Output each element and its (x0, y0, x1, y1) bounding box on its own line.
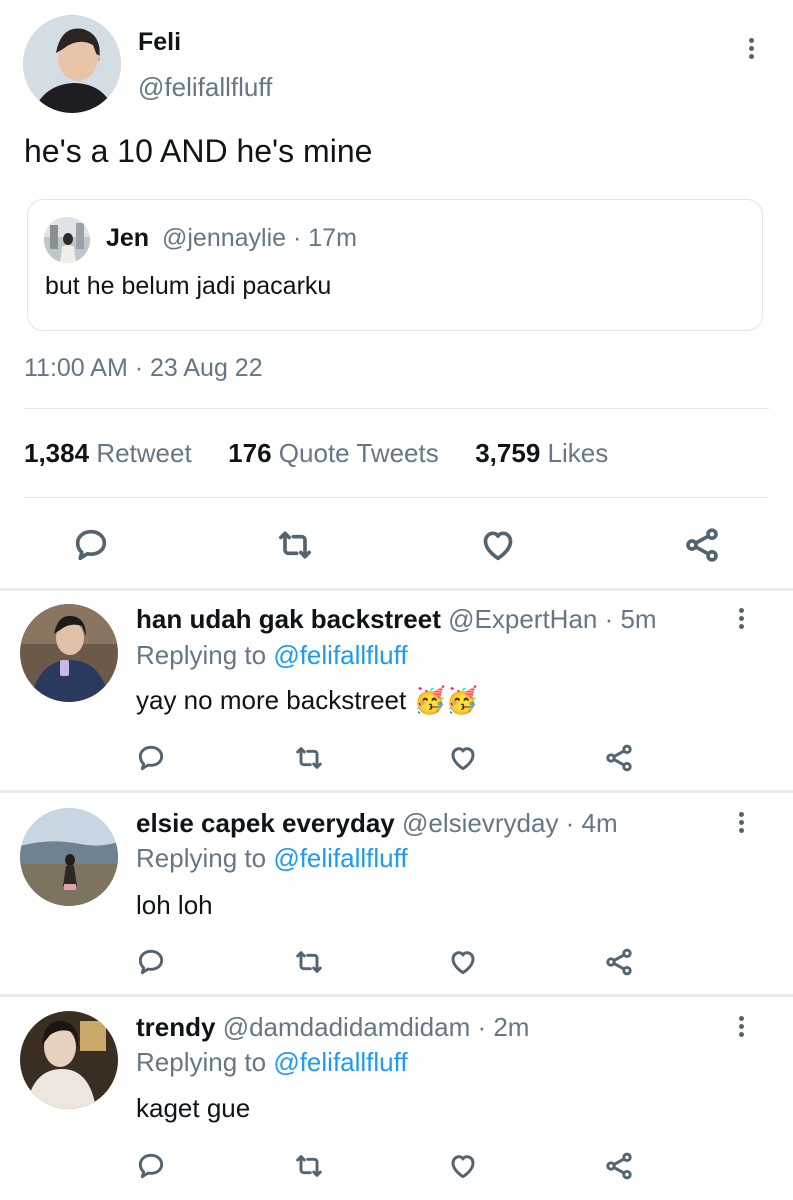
replying-label: Replying to (136, 640, 267, 670)
divider (0, 588, 793, 591)
quoted-text: but he belum jadi pacarku (45, 272, 332, 300)
likes-stat[interactable]: 3,759 Likes (475, 438, 608, 468)
tweet-text: he's a 10 AND he's mine (24, 133, 373, 169)
retweet-icon[interactable] (293, 742, 325, 774)
more-icon[interactable] (748, 38, 754, 59)
reply-author-name[interactable]: trendy (136, 1012, 215, 1042)
reply-icon[interactable] (135, 742, 167, 774)
likes-label: Likes (547, 438, 609, 468)
divider (0, 790, 793, 793)
retweet-icon[interactable] (293, 946, 325, 978)
reply-author-name[interactable]: elsie capek everyday (136, 808, 395, 838)
reply-avatar[interactable] (20, 1011, 118, 1109)
reply-avatar[interactable] (20, 808, 118, 906)
reply-header: trendy @damdadidamdidam · 2m (136, 1012, 529, 1043)
like-icon[interactable] (447, 946, 479, 978)
quoted-author-avatar (44, 217, 90, 263)
tweet-timestamp[interactable]: 11:00 AM · 23 Aug 22 (24, 354, 263, 383)
replying-to: Replying to @felifallfluff (136, 640, 408, 671)
more-icon[interactable] (738, 812, 744, 833)
retweet-icon[interactable] (293, 1150, 325, 1182)
quotes-count: 176 (228, 438, 272, 468)
retweet-icon[interactable] (275, 525, 315, 565)
reply-text: yay no more backstreet 🥳🥳 (136, 685, 478, 716)
retweets-label: Retweet (96, 438, 192, 468)
replying-label: Replying to (136, 843, 267, 873)
replying-handle[interactable]: @felifallfluff (273, 640, 407, 670)
like-icon[interactable] (478, 525, 518, 565)
divider (24, 408, 769, 409)
reply-icon[interactable] (135, 946, 167, 978)
retweets-count: 1,384 (24, 438, 90, 468)
like-icon[interactable] (447, 1150, 479, 1182)
share-icon[interactable] (603, 1150, 635, 1182)
divider (24, 497, 769, 498)
share-icon[interactable] (682, 525, 722, 565)
reply-avatar[interactable] (20, 604, 118, 702)
quotes-label: Quote Tweets (278, 438, 439, 468)
reply-icon[interactable] (135, 1150, 167, 1182)
replying-handle[interactable]: @felifallfluff (273, 1047, 407, 1077)
reply-meta: @elsievryday · 4m (402, 808, 618, 838)
more-icon[interactable] (738, 608, 744, 629)
author-handle[interactable]: @felifallfluff (138, 72, 272, 103)
author-name[interactable]: Feli (138, 28, 181, 57)
reply-meta: @damdadidamdidam · 2m (222, 1012, 530, 1042)
quoted-author-name: Jen (106, 224, 150, 252)
replying-to: Replying to @felifallfluff (136, 1047, 408, 1078)
likes-count: 3,759 (475, 438, 541, 468)
replying-handle[interactable]: @felifallfluff (273, 843, 407, 873)
retweets-stat[interactable]: 1,384 Retweet (24, 438, 199, 468)
reply-author-name[interactable]: han udah gak backstreet (136, 604, 441, 634)
replying-label: Replying to (136, 1047, 267, 1077)
quoted-meta: @jennaylie · 17m (162, 224, 357, 252)
reply-icon[interactable] (71, 525, 111, 565)
reply-meta: @ExpertHan · 5m (448, 604, 657, 634)
quotes-stat[interactable]: 176 Quote Tweets (228, 438, 446, 468)
reply-text-content: yay no more backstreet (136, 685, 407, 715)
more-icon[interactable] (738, 1016, 744, 1037)
share-icon[interactable] (603, 946, 635, 978)
reply-header: elsie capek everyday @elsievryday · 4m (136, 808, 618, 839)
reply-text: loh loh (136, 890, 213, 920)
quoted-tweet-card[interactable] (27, 199, 763, 331)
author-avatar[interactable] (23, 15, 121, 113)
replying-to: Replying to @felifallfluff (136, 843, 408, 874)
divider (0, 994, 793, 997)
reply-text: kaget gue (136, 1093, 251, 1123)
party-emoji: 🥳🥳 (413, 685, 479, 715)
like-icon[interactable] (447, 742, 479, 774)
reply-header: han udah gak backstreet @ExpertHan · 5m (136, 604, 657, 635)
stats-row: 1,384 Retweet 176 Quote Tweets 3,759 Lik… (24, 438, 608, 469)
share-icon[interactable] (603, 742, 635, 774)
